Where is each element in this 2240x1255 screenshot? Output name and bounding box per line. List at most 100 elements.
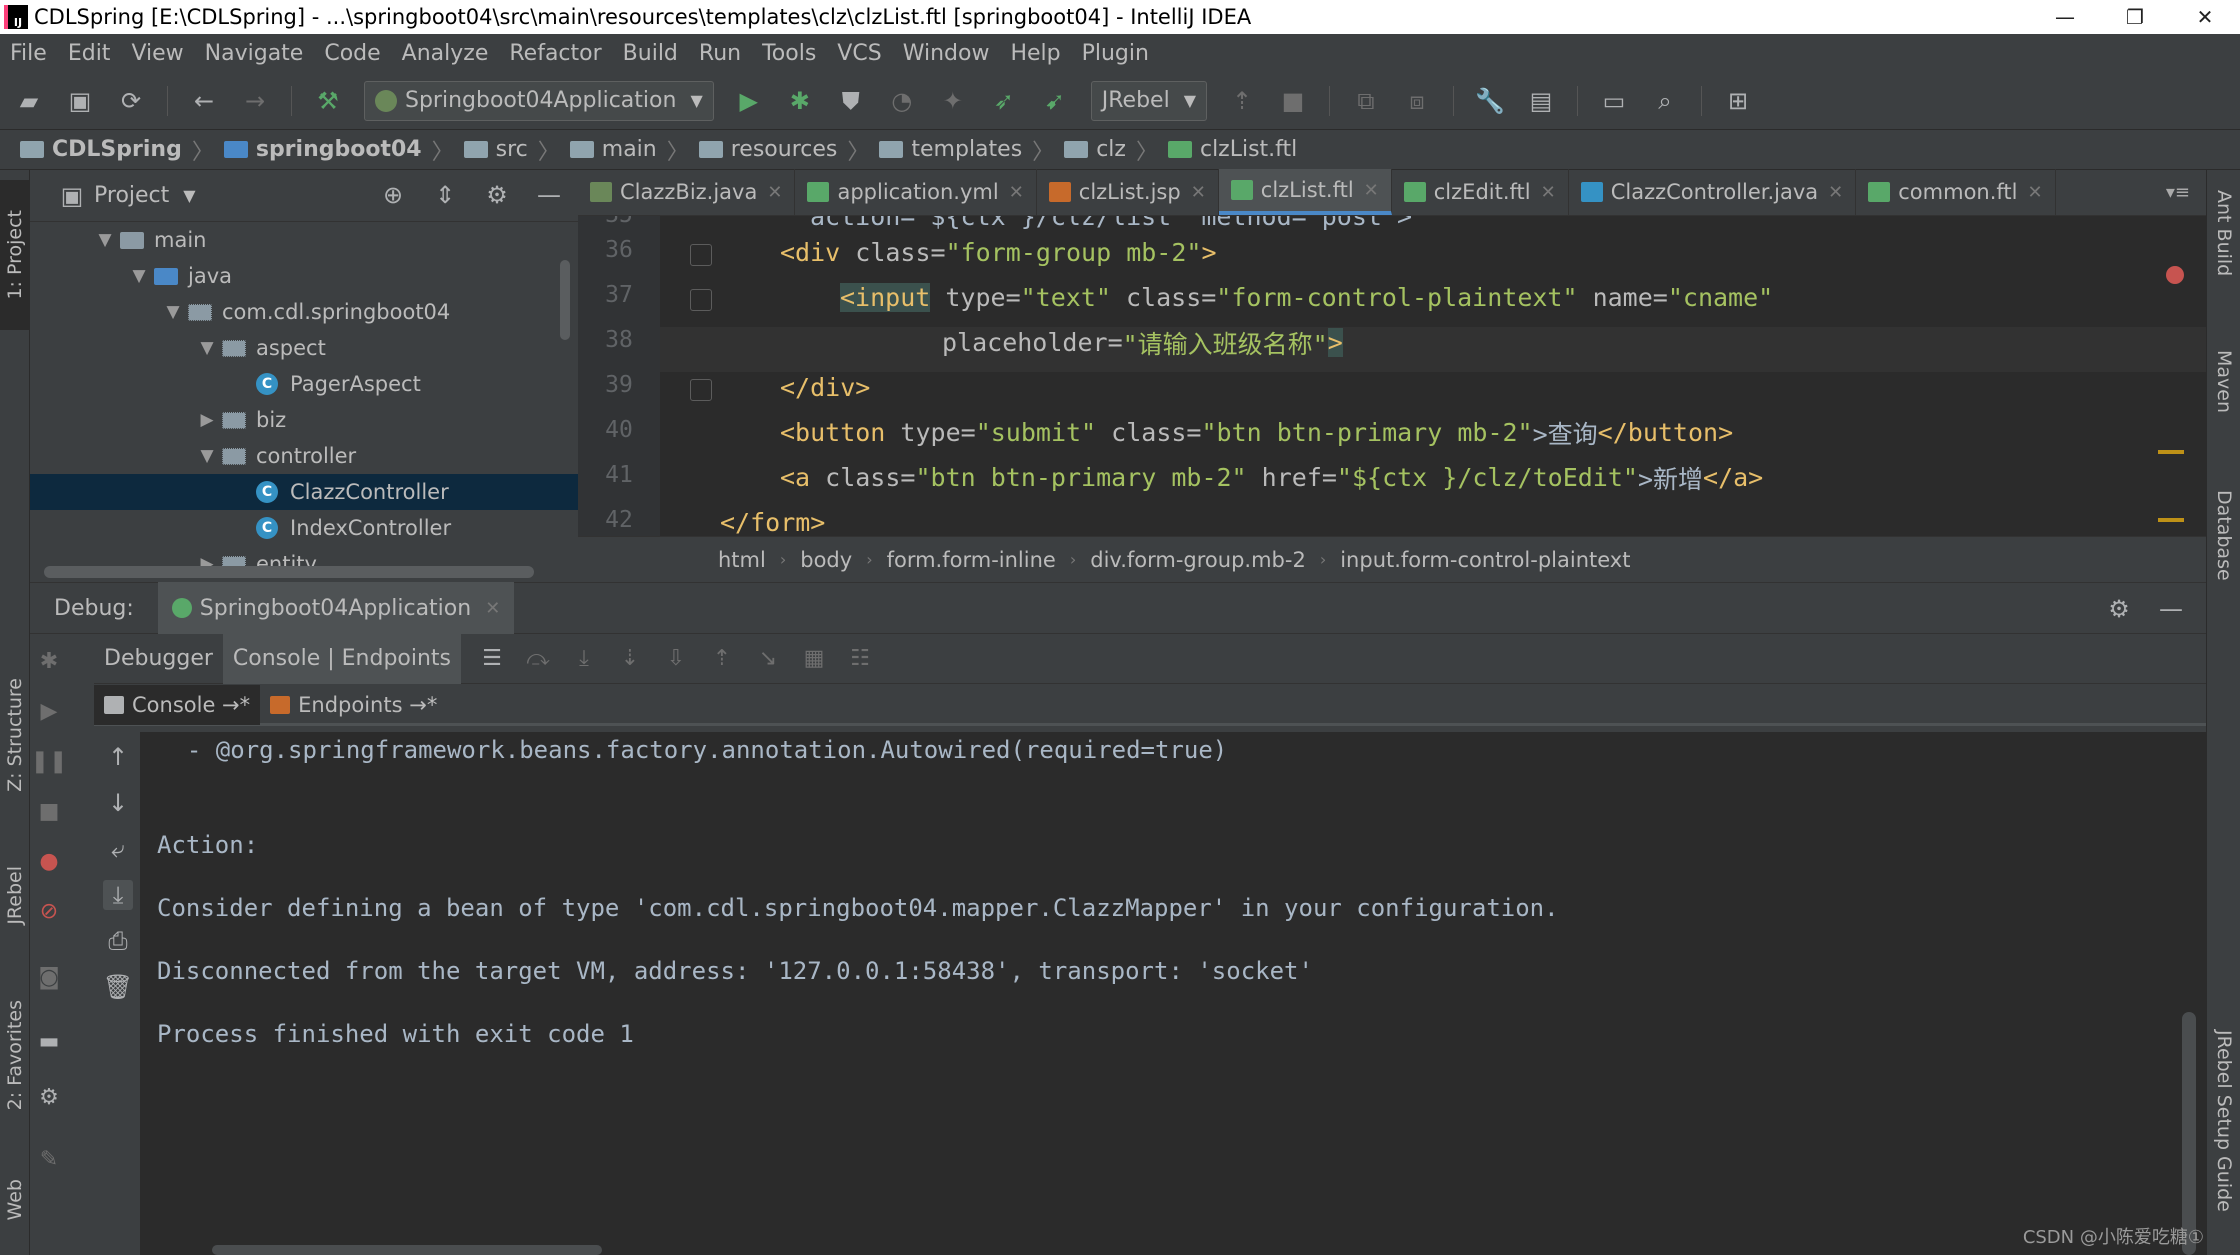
pin-icon[interactable]: ✎ <box>34 1144 64 1174</box>
stop-icon[interactable]: ■ <box>34 796 64 826</box>
close-icon[interactable]: ✕ <box>1828 182 1843 203</box>
tab-console-endpoints[interactable]: Console | Endpoints <box>222 633 462 684</box>
expand-arrow-icon[interactable]: ▼ <box>192 338 222 358</box>
arrow-up-icon[interactable]: ↑ <box>103 742 133 772</box>
jrebel-run-icon[interactable]: ➶ <box>989 86 1019 116</box>
hide-panel-icon[interactable]: — <box>534 180 564 210</box>
back-icon[interactable]: ← <box>189 86 219 116</box>
close-icon[interactable]: ✕ <box>1364 180 1379 201</box>
menu-refactor[interactable]: Refactor <box>509 41 601 66</box>
menu-view[interactable]: View <box>131 41 183 66</box>
menu-code[interactable]: Code <box>324 41 380 66</box>
fold-marker-icon[interactable] <box>690 289 712 311</box>
breadcrumb-item-resources[interactable]: resources 〉 <box>698 134 880 166</box>
run-icon[interactable]: ▶ <box>734 86 764 116</box>
tool-tab-jrebel[interactable]: JRebel <box>0 840 30 950</box>
pause-icon[interactable]: ❚❚ <box>31 746 68 776</box>
vcs-commit-icon[interactable]: ⧈ <box>1402 86 1432 116</box>
editor-tab[interactable]: application.yml ✕ <box>795 169 1037 215</box>
locate-icon[interactable]: ⊕ <box>378 180 408 210</box>
close-icon[interactable]: ✕ <box>2028 182 2043 203</box>
console-output[interactable]: - @org.springframework.beans.factory.ann… <box>140 732 2206 1255</box>
menu-analyze[interactable]: Analyze <box>402 41 489 66</box>
terminal-icon[interactable]: ▭ <box>1599 86 1629 116</box>
tool-tab-maven[interactable]: Maven <box>2207 350 2240 460</box>
menu-plugin[interactable]: Plugin <box>1082 41 1149 66</box>
jrebel-select[interactable]: JRebel ▼ <box>1090 80 1207 121</box>
editor-tab[interactable]: ClazzController.java ✕ <box>1569 169 1857 215</box>
breadcrumb-item-main[interactable]: main 〉 <box>569 134 699 166</box>
breadcrumb-item-project[interactable]: CDLSpring 〉 <box>20 134 224 166</box>
html-path-item[interactable]: form.form-inline <box>887 548 1056 572</box>
tree-scrollbar-vertical[interactable] <box>560 260 570 340</box>
step-into-icon[interactable]: ⇣ <box>615 644 645 674</box>
menu-vcs[interactable]: VCS <box>837 41 881 66</box>
menu-help[interactable]: Help <box>1010 41 1060 66</box>
tab-debugger[interactable]: Debugger <box>94 634 223 684</box>
close-button[interactable]: ✕ <box>2170 0 2240 34</box>
breadcrumb-item-module[interactable]: springboot04 〉 <box>223 134 464 166</box>
tree-item[interactable]: C ClazzController <box>30 474 578 510</box>
step-over-icon[interactable]: ⤓ <box>569 644 599 674</box>
tab-list-menu-icon[interactable]: ▾≡ <box>2166 182 2206 203</box>
open-folder-icon[interactable]: ▰ <box>14 86 44 116</box>
soft-wrap-icon[interactable]: ⤶ <box>103 834 133 864</box>
subtab-console[interactable]: Console →* <box>94 684 261 725</box>
rerun-debug-icon[interactable]: ✱ <box>34 646 64 676</box>
editor-tab[interactable]: common.ftl ✕ <box>1856 169 2056 215</box>
close-icon[interactable]: ✕ <box>485 598 500 619</box>
menu-window[interactable]: Window <box>903 41 990 66</box>
collapse-arrow-icon[interactable]: ▶ <box>192 410 222 430</box>
jrebel-debug-icon[interactable]: ➹ <box>1040 86 1070 116</box>
debug-session-tab[interactable]: Springboot04Application ✕ <box>157 582 515 634</box>
build-hammer-icon[interactable]: ⚒ <box>313 86 343 116</box>
tree-item[interactable]: ▶ biz <box>30 402 578 438</box>
sync-icon[interactable]: ⟳ <box>116 86 146 116</box>
print-icon[interactable]: ⎙ <box>103 926 133 956</box>
breadcrumb-item-templates[interactable]: templates 〉 <box>879 134 1064 166</box>
forward-icon[interactable]: → <box>240 86 270 116</box>
force-step-into-icon[interactable]: ⇩ <box>661 644 691 674</box>
run-config-select[interactable]: Springboot04Application ▼ <box>364 80 714 121</box>
tree-scrollbar-horizontal[interactable] <box>44 566 534 578</box>
profile-icon[interactable]: ◔ <box>887 86 917 116</box>
console-scrollbar-vertical[interactable] <box>2182 1012 2196 1255</box>
vcs-update-icon[interactable]: ⧉ <box>1351 86 1381 116</box>
expand-arrow-icon[interactable]: ▼ <box>90 230 120 250</box>
save-icon[interactable]: ▣ <box>65 86 95 116</box>
tool-tab-structure[interactable]: Z: Structure <box>0 660 30 810</box>
menu-tools[interactable]: Tools <box>762 41 816 66</box>
editor-tab[interactable]: clzEdit.ftl ✕ <box>1392 169 1569 215</box>
menu-navigate[interactable]: Navigate <box>205 41 304 66</box>
update-running-icon[interactable]: ⇡ <box>1227 86 1257 116</box>
project-panel-title[interactable]: Project <box>94 183 169 208</box>
minimize-button[interactable]: — <box>2030 0 2100 34</box>
menu-lines-icon[interactable]: ☰ <box>477 644 507 674</box>
expand-arrow-icon[interactable]: ▼ <box>192 446 222 466</box>
fold-marker-icon[interactable] <box>690 244 712 266</box>
scroll-to-end-icon[interactable]: ⤓ <box>103 880 133 910</box>
breadcrumb-item-clz[interactable]: clz 〉 <box>1064 134 1168 166</box>
tree-item[interactable]: ▼ aspect <box>30 330 578 366</box>
menu-file[interactable]: File <box>10 41 47 66</box>
fold-marker-icon[interactable] <box>690 379 712 401</box>
html-path-item[interactable]: body <box>800 548 852 572</box>
restore-button[interactable]: ❐ <box>2100 0 2170 34</box>
tree-item[interactable]: ▼ controller <box>30 438 578 474</box>
search-icon[interactable]: ⌕ <box>1650 86 1680 116</box>
warning-stripe-mark[interactable] <box>2158 450 2184 454</box>
project-structure-icon[interactable]: ▤ <box>1526 86 1556 116</box>
editor-tab[interactable]: clzList.jsp ✕ <box>1037 169 1219 215</box>
tree-item[interactable]: ▼ com.cdl.springboot04 <box>30 294 578 330</box>
close-icon[interactable]: ✕ <box>767 182 782 203</box>
layout-icon[interactable]: ▬ <box>34 1026 64 1056</box>
arrow-down-icon[interactable]: ↓ <box>103 788 133 818</box>
close-icon[interactable]: ✕ <box>1009 182 1024 203</box>
collapse-all-icon[interactable]: ⇕ <box>430 180 460 210</box>
tree-item[interactable]: C PagerAspect <box>30 366 578 402</box>
presentation-icon[interactable]: ⊞ <box>1723 86 1753 116</box>
step-out-icon[interactable]: ⇡ <box>707 644 737 674</box>
hide-panel-icon[interactable]: — <box>2156 594 2186 624</box>
camera-icon[interactable]: ◙ <box>34 962 64 992</box>
menu-edit[interactable]: Edit <box>68 41 111 66</box>
